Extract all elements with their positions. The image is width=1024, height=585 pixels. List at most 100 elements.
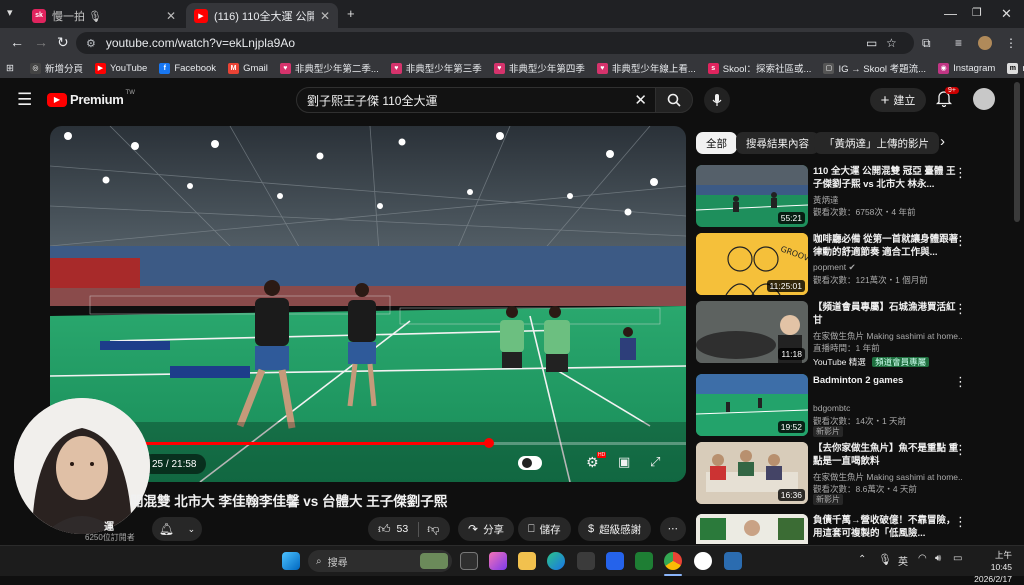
recommendation-title[interactable]: 咖啡廳必備 從第一首就讓身體跟著律動的舒適節奏 適合工作與... bbox=[813, 233, 959, 259]
close-tab-icon[interactable]: ✕ bbox=[166, 9, 176, 23]
recommendation-title[interactable]: 【頻道會員專屬】石城漁港買活紅甘 bbox=[813, 301, 959, 327]
kebab-menu-icon[interactable]: ⋮ bbox=[954, 374, 967, 390]
microphone-icon[interactable]: 🎙︎ bbox=[878, 553, 892, 566]
bookmark-item[interactable]: M Gmail bbox=[228, 62, 268, 74]
new-tab-button[interactable]: + bbox=[347, 6, 355, 21]
reload-icon[interactable]: ↻ bbox=[57, 34, 69, 51]
back-icon[interactable]: ← bbox=[10, 34, 24, 50]
miniplayer-icon[interactable]: ▣ bbox=[618, 454, 630, 470]
kebab-menu-icon[interactable]: ⋮ bbox=[954, 301, 967, 317]
bookmark-item[interactable]: ◎ 新增分頁 bbox=[29, 61, 83, 75]
profile-avatar[interactable] bbox=[978, 36, 992, 50]
search-button[interactable] bbox=[655, 87, 693, 113]
subscription-bell-button[interactable]: 🔔︎ ⌄ bbox=[152, 517, 202, 541]
thumbs-up-icon[interactable]: 👍︎ bbox=[378, 522, 391, 537]
kebab-menu-icon[interactable]: ⋮ bbox=[954, 165, 967, 181]
bookmark-item[interactable]: f Facebook bbox=[159, 62, 216, 74]
edge-icon[interactable] bbox=[547, 552, 565, 570]
reading-list-icon[interactable]: ≡ bbox=[955, 36, 962, 50]
autoplay-toggle[interactable] bbox=[518, 456, 542, 470]
thumbs-down-icon[interactable]: 👎︎ bbox=[418, 521, 439, 537]
video-player[interactable]: 25 / 21:58 ⚙ HD ▣ ⤢ bbox=[50, 126, 686, 482]
bookmark-item[interactable]: ◉ Instagram bbox=[938, 62, 995, 74]
chevron-right-icon[interactable]: › bbox=[940, 133, 945, 150]
browser-tab-active[interactable]: ▶ (116) 110全大運 公開混雙 北市 ✕ bbox=[186, 3, 338, 28]
extensions-icon[interactable]: ⧉ bbox=[922, 36, 931, 51]
bookmark-star-icon[interactable]: ☆ bbox=[886, 36, 897, 50]
close-tab-icon[interactable]: ✕ bbox=[320, 9, 330, 23]
bookmark-item[interactable]: ▶ YouTube bbox=[94, 62, 147, 74]
kebab-menu-icon[interactable]: ⋮ bbox=[954, 442, 967, 458]
cast-icon[interactable]: ▭ bbox=[866, 36, 877, 50]
forward-icon[interactable]: → bbox=[34, 34, 48, 50]
taskbar-search-box[interactable]: ⌕ 搜尋 bbox=[308, 550, 452, 572]
maximize-icon[interactable]: ❐ bbox=[972, 6, 982, 19]
task-view-icon[interactable] bbox=[460, 552, 478, 570]
recommendation-title[interactable]: Badminton 2 games bbox=[813, 374, 959, 387]
recommendation-title[interactable]: 負債千萬→營收破億！不靠冒險，用這套可複製的「低風險... bbox=[813, 514, 959, 540]
excel-icon[interactable] bbox=[635, 552, 653, 570]
bookmark-item[interactable]: ♥ 非典型少年第四季 bbox=[493, 61, 585, 75]
recommendation-card[interactable]: 11:18 【頻道會員專屬】石城漁港買活紅甘 在家做生魚片 Making sas… bbox=[696, 301, 976, 367]
battery-icon[interactable]: ▭ bbox=[953, 553, 962, 564]
recommendation-card[interactable]: 19:52 Badminton 2 games bdgombtc 觀看次數：14… bbox=[696, 374, 976, 437]
youtube-logo[interactable]: ▶ Premium TW bbox=[47, 90, 135, 107]
chip-uploader[interactable]: 「黃炳達」上傳的影片 bbox=[814, 132, 939, 154]
windows-start-icon[interactable] bbox=[282, 552, 300, 570]
recommendation-channel[interactable]: 黃炳達 bbox=[813, 194, 963, 206]
recommendation-card[interactable]: 16:36 【去你家做生魚片】魚不是重點 重點是一直喝飲料 在家做生魚片 Mak… bbox=[696, 442, 976, 505]
recommendation-channel[interactable]: bdgombtc bbox=[813, 403, 963, 413]
speaker-icon[interactable]: 🔊︎ bbox=[935, 553, 941, 564]
paint-icon[interactable] bbox=[724, 552, 742, 570]
chrome-menu-icon[interactable]: ⋮ bbox=[1005, 36, 1017, 50]
recommendation-channel[interactable]: 在家做生魚片 Making sashimi at home... bbox=[813, 471, 963, 483]
recommendation-card[interactable]: GROOVE 11:25:01 咖啡廳必備 從第一首就讓身體跟著律動的舒適節奏 … bbox=[696, 233, 976, 295]
recommendation-channel[interactable]: popment ✔ bbox=[813, 262, 963, 273]
recommendation-title[interactable]: 110 全大運 公開混雙 冠亞 臺體 王子傑劉子熙 vs 北市大 林永... bbox=[813, 165, 959, 191]
bookmark-item[interactable]: ▢ IG → Skool 考題流... bbox=[823, 61, 926, 75]
voice-search-button[interactable] bbox=[704, 87, 730, 113]
bookmark-item[interactable]: ♥ 非典型少年第三季 bbox=[390, 61, 482, 75]
site-info-icon[interactable]: ⚙ bbox=[86, 37, 96, 50]
address-bar[interactable]: ⚙ youtube.com/watch?v=ekLnjpla9Ao bbox=[76, 32, 914, 54]
tray-chevron-icon[interactable]: ⌃ bbox=[858, 554, 866, 565]
create-button[interactable]: + 建立 bbox=[870, 88, 926, 112]
copilot-icon[interactable] bbox=[489, 552, 507, 570]
share-button[interactable]: ↷ 分享 bbox=[458, 517, 515, 541]
clock[interactable]: 上午 10:45 2026/2/17 bbox=[972, 549, 1012, 585]
apps-grid-icon[interactable]: ⊞ bbox=[6, 63, 14, 74]
tab-search-icon[interactable]: ▾ bbox=[7, 6, 13, 19]
app-icon[interactable] bbox=[606, 552, 624, 570]
wifi-icon[interactable]: ◠ bbox=[918, 553, 927, 564]
kebab-menu-icon[interactable]: ⋮ bbox=[954, 233, 967, 249]
store-icon[interactable] bbox=[577, 552, 595, 570]
chatgpt-icon[interactable] bbox=[694, 552, 712, 570]
more-actions-button[interactable]: ⋯ bbox=[660, 517, 686, 541]
account-avatar[interactable] bbox=[973, 88, 995, 110]
page-scrollbar[interactable] bbox=[1014, 82, 1020, 222]
file-explorer-icon[interactable] bbox=[518, 552, 536, 570]
recommendation-card[interactable]: 負債千萬→營收破億！不靠冒險，用這套可複製的「低風險... ⋮ bbox=[696, 514, 976, 544]
notifications-button[interactable]: 9+ bbox=[935, 87, 959, 112]
hamburger-menu-icon[interactable]: ☰ bbox=[17, 90, 32, 110]
clear-search-icon[interactable]: ✕ bbox=[634, 91, 647, 109]
save-button[interactable]: ⎕ 儲存 bbox=[518, 517, 571, 541]
recommendation-channel[interactable]: 在家做生魚片 Making sashimi at home... bbox=[813, 330, 963, 342]
chip-all[interactable]: 全部 bbox=[696, 132, 737, 154]
bookmark-item[interactable]: mmanychat bbox=[1007, 62, 1024, 74]
browser-tab[interactable]: sk 慢一拍 🎙 ✕ bbox=[24, 3, 184, 28]
super-thanks-button[interactable]: $ 超級感謝 bbox=[578, 517, 652, 541]
bookmark-item[interactable]: s Skool：探索社區或... bbox=[707, 61, 811, 75]
search-input[interactable]: 劉子熙王子傑 110全大運 ✕ bbox=[296, 87, 656, 113]
input-method-indicator[interactable]: 英 bbox=[898, 553, 908, 568]
recommendation-card[interactable]: 55:21 110 全大運 公開混雙 冠亞 臺體 王子傑劉子熙 vs 北市大 林… bbox=[696, 165, 976, 227]
chrome-icon[interactable] bbox=[664, 552, 682, 570]
bookmark-item[interactable]: ♥ 非典型少年第二季... bbox=[279, 61, 379, 75]
channel-name[interactable]: 運 bbox=[104, 518, 114, 533]
chip-search-results[interactable]: 搜尋結果內容 bbox=[736, 132, 819, 154]
fullscreen-icon[interactable]: ⤢ bbox=[650, 454, 660, 470]
minimize-icon[interactable]: — bbox=[944, 6, 957, 21]
bookmark-item[interactable]: ♥ 非典型少年線上看... bbox=[596, 61, 696, 75]
kebab-menu-icon[interactable]: ⋮ bbox=[954, 514, 967, 530]
close-window-icon[interactable]: ✕ bbox=[1001, 6, 1012, 22]
